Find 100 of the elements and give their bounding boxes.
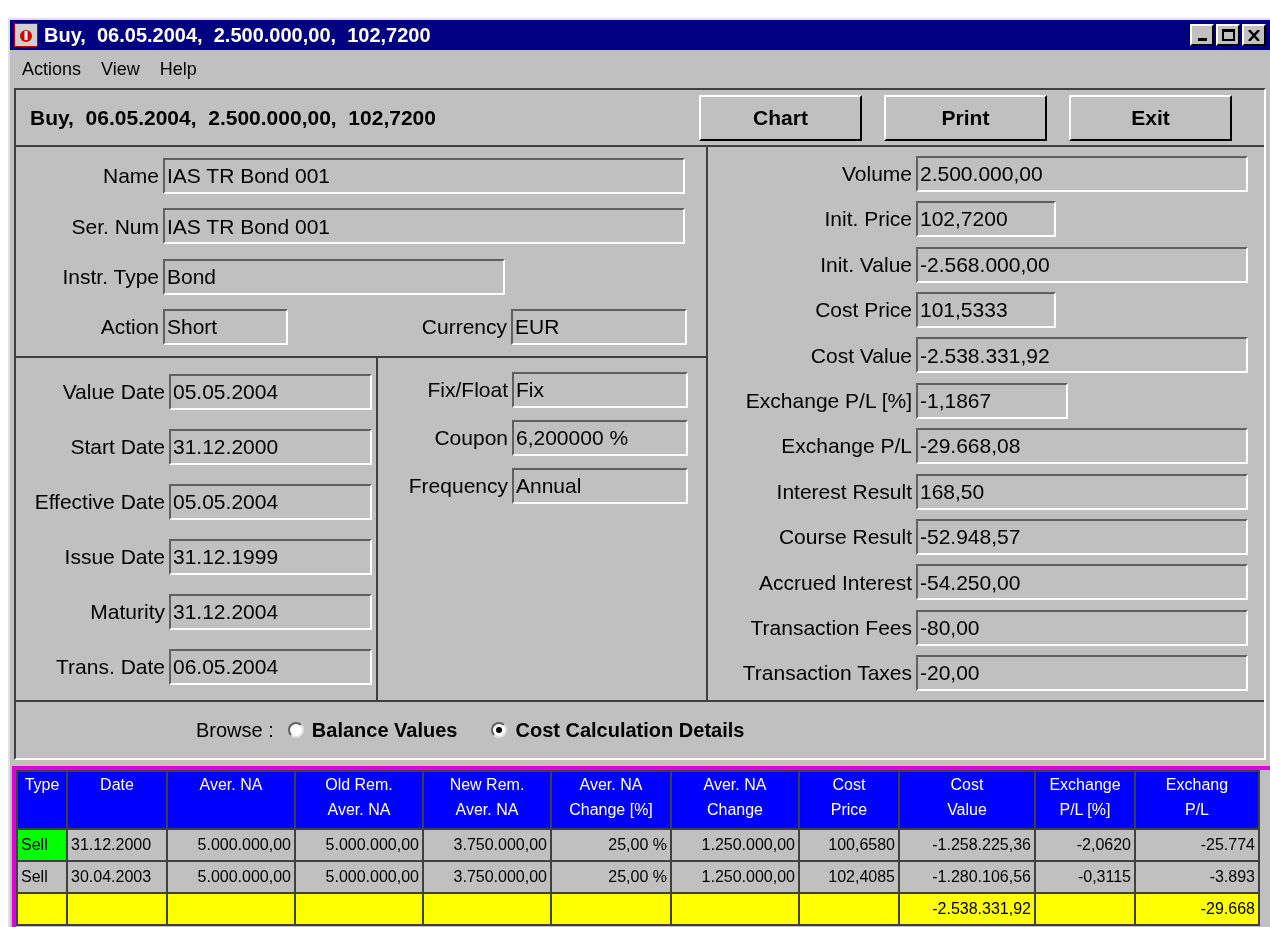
text-field[interactable]: Short (163, 308, 288, 345)
text-field[interactable]: -2.568.000,00 (916, 246, 1248, 283)
table-cell: -3.893 (1135, 861, 1259, 893)
close-icon (1248, 29, 1260, 41)
app-icon (14, 23, 38, 47)
text-field[interactable]: EUR (511, 308, 687, 345)
table-cell: 3.750.000,00 (423, 861, 551, 893)
field-label: Fix/Float (426, 377, 509, 404)
text-field[interactable]: 6,200000 % (512, 420, 688, 456)
text-field[interactable]: 05.05.2004 (169, 483, 372, 520)
text-field[interactable]: 31.12.2004 (169, 593, 372, 630)
column-header: Date (67, 771, 167, 829)
field-label: Effective Date (33, 488, 166, 515)
table-cell: 5.000.000,00 (295, 861, 423, 893)
table-cell: 5.000.000,00 (167, 829, 295, 861)
text-field[interactable]: -2.538.331,92 (916, 337, 1248, 374)
radio-option[interactable]: Balance Values (287, 715, 458, 745)
field-label: Frequency (407, 473, 509, 500)
field-label: Cost Price (814, 297, 913, 324)
menu-item[interactable]: View (101, 55, 140, 83)
text-field[interactable]: -1,1867 (916, 382, 1068, 419)
text-field[interactable]: 168,50 (916, 473, 1248, 510)
text-field[interactable]: 06.05.2004 (169, 648, 372, 685)
close-button[interactable] (1242, 24, 1266, 46)
field-label: Start Date (69, 433, 166, 460)
text-field[interactable]: 101,5333 (916, 291, 1056, 328)
radio-button[interactable] (287, 722, 304, 738)
table-cell: 102,4085 (799, 861, 899, 893)
table-cell: 1.250.000,00 (671, 829, 799, 861)
text-field[interactable]: -54.250,00 (916, 564, 1248, 601)
action-button[interactable]: Exit (1069, 94, 1232, 141)
text-field[interactable]: -29.668,08 (916, 428, 1248, 465)
field-label: Init. Value (819, 251, 913, 278)
field-label: Issue Date (63, 543, 166, 570)
maximize-icon (1221, 29, 1235, 41)
text-field[interactable]: 2.500.000,00 (916, 155, 1248, 192)
field-label: Maturity (89, 598, 166, 625)
text-field[interactable]: IAS TR Bond 001 (163, 158, 685, 195)
table-cell: -25.774 (1135, 829, 1259, 861)
table-cell: 25,00 % (551, 829, 671, 861)
text-field[interactable]: -80,00 (916, 609, 1248, 646)
record-heading: Buy, 06.05.2004, 2.500.000,00, 102,7200 (30, 104, 437, 131)
radio-option[interactable]: Cost Calculation Details (491, 715, 745, 745)
field-label: Init. Price (823, 206, 913, 233)
text-field[interactable]: IAS TR Bond 001 (163, 208, 685, 245)
column-header: Exchange P/L [%] (1035, 771, 1135, 829)
column-header: Cost Price (799, 771, 899, 829)
column-header: Type (17, 771, 67, 829)
field-label: Transaction Fees (749, 615, 913, 641)
field-label: Instr. Type (61, 263, 160, 290)
table-cell: Sell (17, 829, 67, 861)
table-cell: -1.280.106,56 (899, 861, 1035, 893)
table-cell: -2.538.331,92 (899, 893, 1035, 925)
table-cell: 3.750.000,00 (423, 829, 551, 861)
text-field[interactable]: 102,7200 (916, 201, 1056, 238)
menu-item[interactable]: Actions (22, 55, 82, 83)
field-label: Accrued Interest (758, 569, 913, 596)
field-label: Coupon (433, 425, 509, 452)
field-label: Ser. Num (70, 213, 160, 240)
field-label: Interest Result (775, 478, 913, 505)
action-button[interactable]: Print (884, 94, 1047, 141)
column-header: Aver. NA Change [%] (551, 771, 671, 829)
text-field[interactable]: 31.12.1999 (169, 538, 372, 575)
table-cell: -2,0620 (1035, 829, 1135, 861)
field-label: Exchange P/L [%] (744, 388, 913, 414)
menu-item[interactable]: Help (159, 55, 197, 83)
minimize-button[interactable] (1190, 24, 1214, 46)
text-field[interactable]: -52.948,57 (916, 518, 1248, 555)
text-field[interactable]: Bond (163, 258, 505, 295)
field-label: Value Date (61, 378, 166, 405)
column-header: Old Rem. Aver. NA (295, 771, 423, 829)
table-cell: 5.000.000,00 (167, 861, 295, 893)
column-header: Aver. NA (167, 771, 295, 829)
field-label: Currency (420, 314, 508, 341)
browse-label: Browse : (196, 718, 274, 743)
table-cell: 25,00 % (551, 861, 671, 893)
field-label: Cost Value (809, 342, 913, 369)
text-field[interactable]: 05.05.2004 (169, 373, 372, 410)
window-title: Buy, 06.05.2004, 2.500.000,00, 102,7200 (44, 23, 432, 48)
text-field[interactable]: 31.12.2000 (169, 428, 372, 465)
text-field[interactable]: -20,00 (916, 655, 1248, 692)
field-label: Name (101, 163, 160, 190)
action-button[interactable]: Chart (699, 94, 862, 141)
text-field[interactable]: Fix (512, 372, 688, 408)
text-field[interactable]: Annual (512, 468, 688, 504)
field-label: Course Result (777, 524, 913, 551)
table-cell: 31.12.2000 (67, 829, 167, 861)
field-label: Action (99, 314, 160, 341)
column-header: Aver. NA Change (671, 771, 799, 829)
table-cell: 30.04.2003 (67, 861, 167, 893)
table-cell: -29.668 (1135, 893, 1259, 925)
radio-button[interactable] (491, 722, 508, 738)
field-label: Exchange P/L (780, 433, 913, 460)
table-cell: 1.250.000,00 (671, 861, 799, 893)
field-label: Volume (840, 160, 913, 187)
table-cell: 100,6580 (799, 829, 899, 861)
maximize-button[interactable] (1216, 24, 1240, 46)
field-label: Trans. Date (55, 653, 166, 680)
table-cell: -0,3115 (1035, 861, 1135, 893)
field-label: Transaction Taxes (741, 660, 913, 687)
